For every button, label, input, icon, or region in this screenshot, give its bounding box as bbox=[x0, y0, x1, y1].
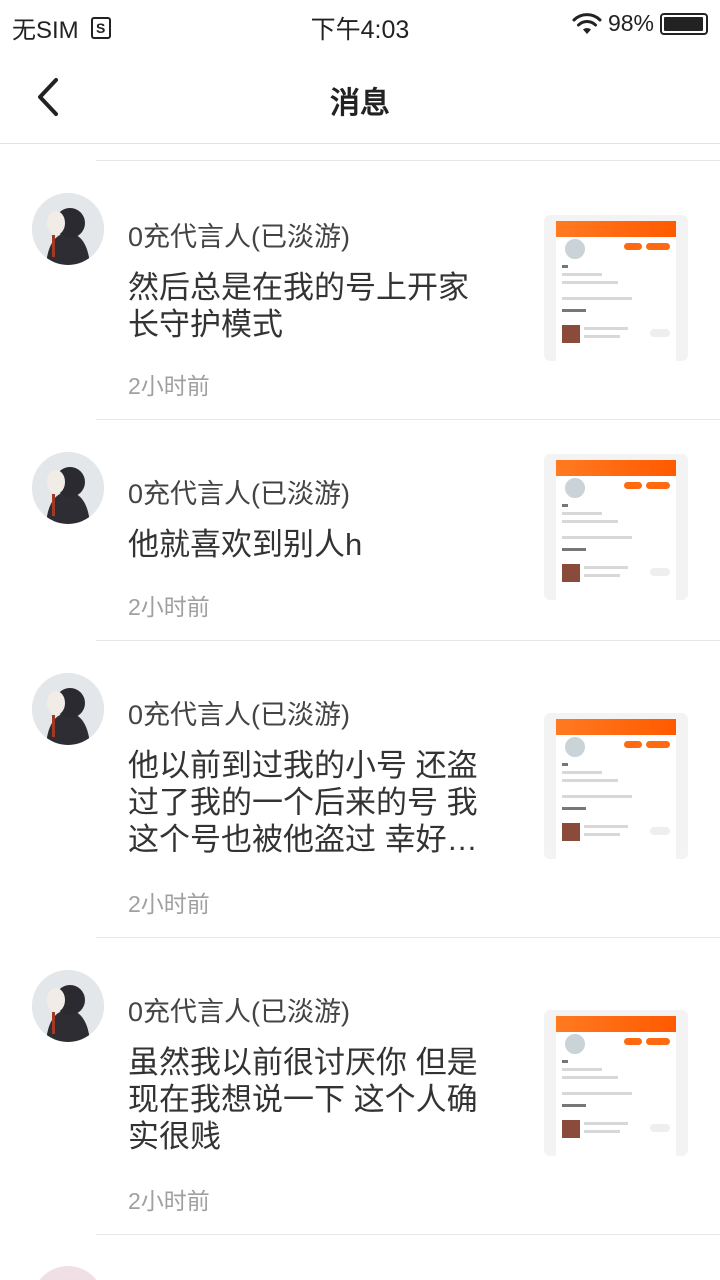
avatar[interactable] bbox=[32, 1266, 104, 1280]
sender-name: 0充代言人(已淡游) bbox=[128, 700, 350, 730]
status-right: 98% bbox=[572, 10, 708, 37]
message-text: 然后总是在我的号上开家长守护模式 bbox=[128, 270, 469, 342]
message-time: 2小时前 bbox=[128, 1188, 210, 1214]
message-time: 2小时前 bbox=[128, 373, 210, 399]
sender-name: 0充代言人(已淡游) bbox=[128, 222, 350, 252]
message-item[interactable]: 0充代言人(已淡游) 他就喜欢到别人h 2小时前 bbox=[0, 420, 720, 640]
wifi-icon bbox=[572, 12, 602, 34]
avatar[interactable] bbox=[32, 673, 104, 745]
thumbnail[interactable] bbox=[544, 454, 688, 600]
divider bbox=[96, 1234, 720, 1235]
message-time: 2小时前 bbox=[128, 594, 210, 620]
message-item[interactable]: 0充代言人(已淡游) 他以前到过我的小号 还盗过了我的一个后来的号 我这个号也被… bbox=[0, 641, 720, 937]
avatar-image bbox=[32, 452, 104, 524]
message-text: 虽然我以前很讨厌你 但是现在我想说一下 这个人确实很贱 bbox=[128, 1045, 478, 1154]
avatar[interactable] bbox=[32, 970, 104, 1042]
battery-fill bbox=[664, 16, 704, 31]
message-text: 他以前到过我的小号 还盗过了我的一个后来的号 我这个号也被他盗过 幸好… bbox=[128, 748, 478, 857]
thumbnail[interactable] bbox=[544, 1010, 688, 1156]
message-time: 2小时前 bbox=[128, 891, 210, 917]
message-item[interactable]: 0充代言人(已淡游) 虽然我以前很讨厌你 但是现在我想说一下 这个人确实很贱 2… bbox=[0, 938, 720, 1234]
avatar[interactable] bbox=[32, 193, 104, 265]
thumbnail[interactable] bbox=[544, 713, 688, 859]
avatar-image bbox=[32, 970, 104, 1042]
message-item[interactable]: 0充代言人(已淡游) 然后总是在我的号上开家长守护模式 2小时前 bbox=[0, 161, 720, 419]
thumbnail[interactable] bbox=[544, 215, 688, 361]
status-bar: 无SIM S 下午4:03 98% bbox=[0, 0, 720, 50]
avatar[interactable] bbox=[32, 452, 104, 524]
message-text: 他就喜欢到别人h bbox=[128, 527, 363, 562]
sender-name: 0充代言人(已淡游) bbox=[128, 997, 350, 1027]
page-title: 消息 bbox=[330, 87, 390, 120]
battery-icon bbox=[660, 12, 708, 35]
sender-name: 0充代言人(已淡游) bbox=[128, 479, 350, 509]
battery-percent: 98% bbox=[607, 10, 654, 36]
avatar-image bbox=[32, 673, 104, 745]
avatar-image bbox=[32, 193, 104, 265]
nav-bar: 消息 bbox=[0, 50, 720, 144]
